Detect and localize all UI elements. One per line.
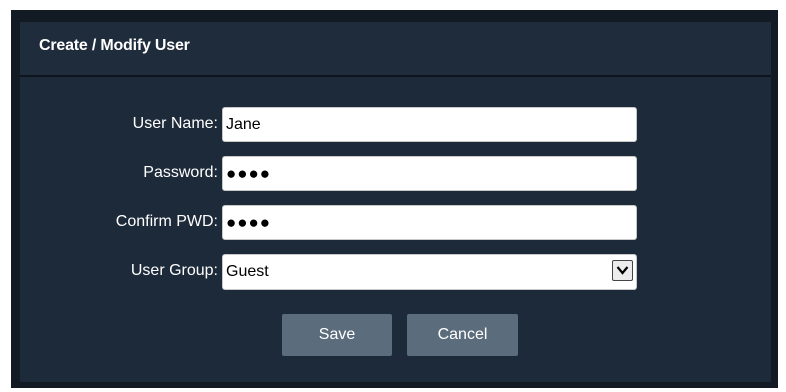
user-group-selected-value: Guest — [226, 263, 269, 280]
username-label: User Name: — [132, 115, 218, 132]
confirm-password-input[interactable]: ●●●● — [222, 205, 637, 240]
dialog-frame: Create / Modify User User Name: Password… — [11, 10, 778, 388]
username-input[interactable] — [222, 107, 637, 142]
dialog-title: Create / Modify User — [39, 37, 190, 54]
confirm-password-masked-value: ●●●● — [226, 213, 272, 232]
save-button[interactable]: Save — [282, 314, 392, 356]
user-group-select[interactable]: Guest — [222, 254, 637, 290]
confirm-password-row: Confirm PWD: ●●●● — [20, 205, 771, 241]
password-row: Password: ●●●● — [20, 156, 771, 192]
create-modify-user-dialog: Create / Modify User User Name: Password… — [20, 22, 771, 382]
user-group-label: User Group: — [130, 262, 218, 279]
password-input[interactable]: ●●●● — [222, 156, 637, 191]
password-label: Password: — [143, 164, 218, 181]
cancel-button[interactable]: Cancel — [407, 314, 518, 356]
username-row: User Name: — [20, 107, 771, 143]
confirm-password-label: Confirm PWD: — [115, 213, 218, 230]
password-masked-value: ●●●● — [226, 164, 272, 183]
user-group-row: User Group: Guest — [20, 254, 771, 290]
chevron-down-icon[interactable] — [612, 260, 633, 281]
dialog-header: Create / Modify User — [20, 22, 771, 77]
